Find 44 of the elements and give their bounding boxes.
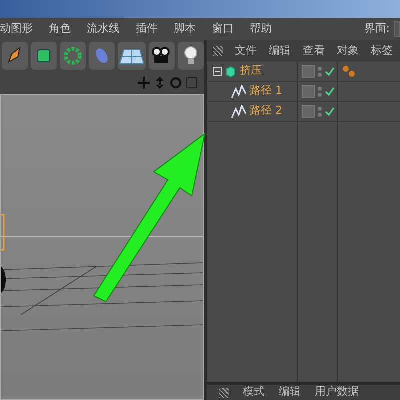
check-icon[interactable] (325, 86, 335, 96)
menu-item[interactable]: 动图形 (0, 20, 41, 38)
check-icon[interactable] (325, 66, 335, 76)
menu-item[interactable]: 窗口 (204, 20, 242, 38)
menu-item[interactable]: 标签 (371, 42, 393, 60)
object-row[interactable]: 路径 1 (207, 82, 297, 101)
layer-icon (302, 85, 315, 98)
visibility-dots-icon[interactable] (318, 66, 322, 76)
vertical-arrows-icon[interactable] (154, 77, 166, 89)
grip-icon[interactable] (219, 388, 229, 398)
menu-item[interactable]: 脚本 (166, 20, 204, 38)
object-name: 路径 1 (250, 83, 282, 100)
light-bulb-icon[interactable] (178, 42, 204, 70)
spline-icon (231, 104, 247, 118)
object-name: 路径 2 (250, 103, 282, 120)
menu-item[interactable]: 插件 (128, 20, 166, 38)
object-row[interactable]: 挤压 (207, 62, 297, 81)
collapse-toggle-icon[interactable] (213, 67, 222, 76)
object-row[interactable]: 路径 2 (207, 102, 297, 121)
layer-icon (302, 105, 315, 118)
tag-icon[interactable] (342, 64, 358, 78)
camera-icon[interactable] (149, 42, 175, 70)
capsule-icon[interactable] (89, 42, 115, 70)
menu-item[interactable]: 编辑 (269, 42, 291, 60)
menu-item[interactable]: 帮助 (242, 20, 280, 38)
menu-item[interactable]: 角色 (41, 20, 79, 38)
visibility-dots-icon[interactable] (318, 106, 322, 116)
menu-item[interactable]: 用户数据 (315, 384, 359, 400)
move-icon[interactable] (138, 77, 150, 89)
menu-item[interactable]: 查看 (303, 42, 325, 60)
menu-item[interactable]: 文件 (235, 42, 257, 60)
layout-label: 界面: (364, 20, 391, 37)
object-name: 挤压 (240, 63, 262, 80)
menu-item[interactable]: 流水线 (79, 20, 128, 38)
grip-icon[interactable] (213, 46, 223, 56)
menu-item[interactable]: 编辑 (279, 384, 301, 400)
visibility-dots-icon[interactable] (318, 86, 322, 96)
menu-item[interactable]: 对象 (337, 42, 359, 60)
menu-item[interactable]: 模式 (243, 384, 265, 400)
layer-icon (302, 65, 315, 78)
check-icon[interactable] (325, 106, 335, 116)
spline-icon (231, 84, 247, 98)
floor-icon[interactable] (118, 42, 146, 70)
rotate-icon[interactable] (170, 77, 182, 89)
